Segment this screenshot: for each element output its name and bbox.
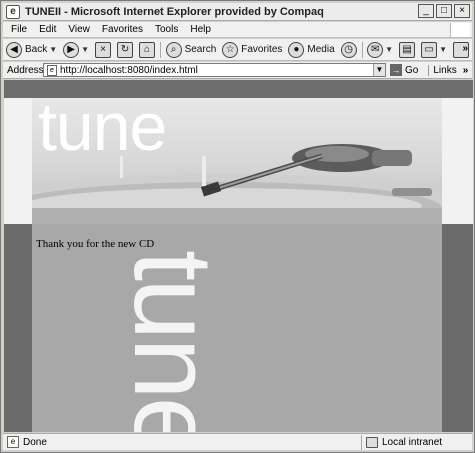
mail-icon: ✉ bbox=[367, 41, 384, 58]
stop-icon: × bbox=[95, 41, 112, 58]
toolbar-overflow-icon[interactable]: » bbox=[462, 43, 468, 54]
thank-you-message: Thank you for the new CD bbox=[36, 238, 155, 250]
links-button[interactable]: Links bbox=[428, 64, 457, 76]
intranet-computer-icon bbox=[366, 437, 378, 448]
close-button[interactable]: × bbox=[454, 4, 470, 18]
menu-bar: File Edit View Favorites Tools Help bbox=[3, 22, 472, 38]
edit-page-icon: ▭ bbox=[421, 41, 438, 58]
status-bar: e Done Local intranet bbox=[3, 433, 472, 450]
search-label: Search bbox=[184, 44, 217, 55]
history-button[interactable]: ◷ bbox=[338, 40, 360, 60]
media-globe-icon: ● bbox=[288, 41, 305, 58]
page-status-icon: e bbox=[7, 436, 19, 448]
address-url[interactable]: http://localhost:8080/index.html bbox=[60, 65, 373, 76]
discuss-button[interactable] bbox=[450, 40, 472, 60]
go-arrow-icon: → bbox=[390, 64, 402, 76]
menu-help[interactable]: Help bbox=[184, 24, 217, 35]
main-panel bbox=[32, 224, 442, 432]
menu-view[interactable]: View bbox=[62, 24, 96, 35]
windows-flag-icon bbox=[450, 23, 470, 37]
zone-label: Local intranet bbox=[382, 437, 443, 448]
menu-file[interactable]: File bbox=[3, 24, 33, 35]
minimize-button[interactable]: _ bbox=[418, 4, 434, 18]
banner-right-margin bbox=[442, 98, 473, 224]
refresh-button[interactable]: ↻ bbox=[114, 40, 136, 60]
banner-logo-text: tune bbox=[38, 98, 167, 165]
star-icon: ☆ bbox=[222, 41, 239, 58]
window-title: TUNEII - Microsoft Internet Explorer pro… bbox=[25, 5, 324, 18]
search-icon: ⌕ bbox=[165, 41, 182, 58]
page-top-strip bbox=[4, 80, 473, 98]
page-icon: e bbox=[47, 64, 57, 76]
back-button[interactable]: ◀ Back ▼ bbox=[3, 40, 60, 60]
left-side-strip bbox=[4, 224, 32, 432]
media-button[interactable]: ● Media bbox=[285, 40, 337, 60]
title-bar: e TUNEII - Microsoft Internet Explorer p… bbox=[3, 3, 472, 21]
printer-icon: ▤ bbox=[399, 41, 416, 58]
back-arrow-icon: ◀ bbox=[6, 41, 22, 58]
back-dropdown-icon[interactable]: ▼ bbox=[49, 45, 57, 54]
turntable-banner-image: tune bbox=[32, 98, 442, 224]
address-dropdown-icon[interactable]: ▼ bbox=[373, 64, 385, 76]
mail-button[interactable]: ✉ ▼ bbox=[364, 40, 396, 60]
page-content: tune Thank you for the new CD tune bbox=[4, 80, 473, 432]
links-overflow-icon[interactable]: » bbox=[463, 65, 469, 76]
window-controls: _ □ × bbox=[418, 4, 470, 18]
forward-button[interactable]: ▶ ▼ bbox=[60, 40, 92, 60]
favorites-label: Favorites bbox=[241, 44, 283, 55]
home-icon: ⌂ bbox=[139, 41, 156, 58]
menu-tools[interactable]: Tools bbox=[149, 24, 184, 35]
right-side-strip bbox=[442, 224, 473, 432]
home-button[interactable]: ⌂ bbox=[136, 40, 158, 60]
browser-window: e TUNEII - Microsoft Internet Explorer p… bbox=[0, 0, 475, 453]
menu-favorites[interactable]: Favorites bbox=[96, 24, 149, 35]
ie-logo-icon: e bbox=[6, 4, 20, 19]
status-text: Done bbox=[23, 436, 47, 448]
go-label: Go bbox=[405, 64, 419, 76]
address-bar: Address e http://localhost:8080/index.ht… bbox=[3, 62, 472, 79]
address-label: Address bbox=[7, 64, 44, 76]
forward-dropdown-icon[interactable]: ▼ bbox=[81, 45, 89, 54]
edit-button[interactable]: ▭ ▼ bbox=[418, 40, 450, 60]
address-input[interactable]: e http://localhost:8080/index.html ▼ bbox=[43, 63, 386, 77]
forward-arrow-icon: ▶ bbox=[63, 41, 80, 58]
toolbar-separator bbox=[361, 41, 363, 58]
mail-dropdown-icon[interactable]: ▼ bbox=[385, 45, 393, 54]
history-clock-icon: ◷ bbox=[340, 41, 357, 58]
stop-button[interactable]: × bbox=[92, 40, 114, 60]
toolbar-separator bbox=[160, 41, 161, 58]
vertical-logo-text: tune bbox=[111, 250, 236, 432]
menu-edit[interactable]: Edit bbox=[33, 24, 62, 35]
refresh-icon: ↻ bbox=[117, 41, 134, 58]
security-zone: Local intranet bbox=[361, 435, 442, 450]
print-button[interactable]: ▤ bbox=[396, 40, 418, 60]
back-label: Back bbox=[25, 44, 48, 55]
favorites-button[interactable]: ☆ Favorites bbox=[219, 40, 285, 60]
go-button[interactable]: → Go bbox=[390, 64, 418, 76]
edit-dropdown-icon[interactable]: ▼ bbox=[439, 45, 447, 54]
media-label: Media bbox=[307, 44, 335, 55]
search-button[interactable]: ⌕ Search bbox=[163, 40, 220, 60]
toolbar: ◀ Back ▼ ▶ ▼ × ↻ ⌂ ⌕ Search ☆ Favorites … bbox=[3, 39, 472, 61]
maximize-button[interactable]: □ bbox=[436, 4, 452, 18]
banner-left-margin bbox=[4, 98, 32, 224]
